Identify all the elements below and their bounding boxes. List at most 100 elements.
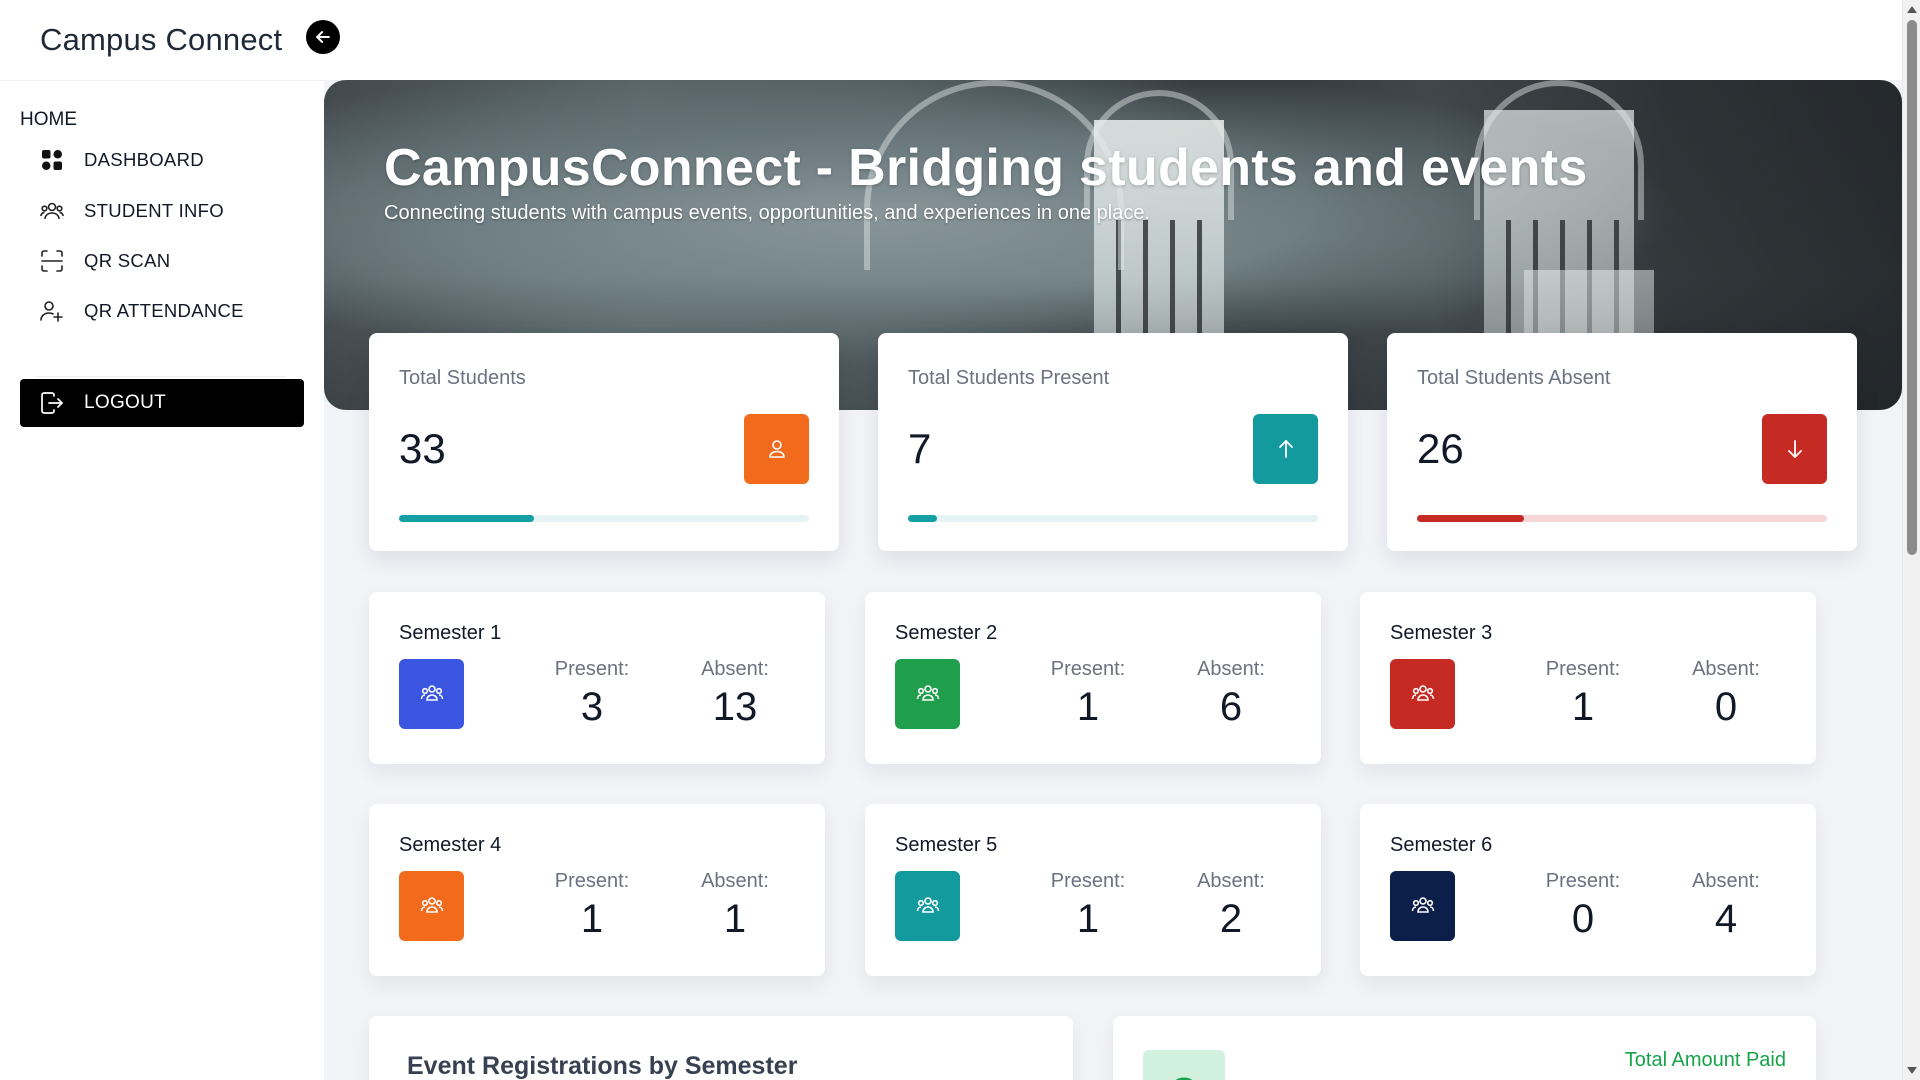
total-amount-card: Total Amount Paid (1113, 1016, 1816, 1080)
event-registrations-card: Event Registrations by Semester (369, 1016, 1073, 1080)
sidebar-item-label: DASHBOARD (84, 149, 204, 170)
hero-title: CampusConnect - Bridging students and ev… (384, 139, 1588, 197)
page-scrollbar[interactable] (1902, 0, 1920, 1080)
present-value: 3 (580, 685, 604, 729)
dashboard-grid-icon (20, 149, 84, 171)
group-icon (399, 871, 464, 941)
app-brand: Campus Connect (40, 22, 283, 57)
semester-card-3: Semester 3 Present: 1 Absent: 0 (1360, 592, 1816, 764)
absent-stat: Absent: 2 (1171, 870, 1291, 942)
stat-progress-track (1417, 515, 1827, 522)
present-label: Present: (554, 658, 630, 680)
absent-label: Absent: (1197, 658, 1265, 680)
present-stat: Present: 1 (1028, 870, 1148, 942)
group-icon (895, 659, 960, 729)
absent-value: 0 (1714, 685, 1738, 729)
present-label: Present: (554, 870, 630, 892)
present-value: 1 (580, 897, 604, 941)
hero-subtitle: Connecting students with campus events, … (384, 202, 1151, 224)
logout-label: LOGOUT (84, 392, 167, 413)
stat-title: Total Students Absent (1417, 367, 1611, 389)
present-value: 0 (1571, 897, 1595, 941)
sidebar-item-label: QR ATTENDANCE (84, 300, 244, 321)
absent-stat: Absent: 1 (675, 870, 795, 942)
stat-title: Total Students (399, 367, 526, 389)
stat-card-total-students: Total Students 33 (369, 333, 839, 551)
collapse-sidebar-button[interactable] (306, 20, 340, 54)
sidebar-item-dashboard[interactable]: DASHBOARD (20, 137, 304, 183)
present-label: Present: (1050, 658, 1126, 680)
absent-value: 6 (1219, 685, 1243, 729)
semester-card-6: Semester 6 Present: 0 Absent: 4 (1360, 804, 1816, 976)
logout-icon (20, 392, 84, 414)
semester-card-2: Semester 2 Present: 1 Absent: 6 (865, 592, 1321, 764)
semester-title: Semester 3 (1390, 622, 1493, 644)
semester-title: Semester 2 (895, 622, 998, 644)
scroll-up-icon[interactable] (1907, 6, 1917, 13)
sidebar-item-label: QR SCAN (84, 250, 171, 271)
stat-value: 33 (399, 425, 446, 472)
stat-progress-fill (1417, 515, 1524, 522)
top-bar: Campus Connect (0, 0, 1902, 81)
semester-card-4: Semester 4 Present: 1 Absent: 1 (369, 804, 825, 976)
event-registrations-title: Event Registrations by Semester (407, 1052, 798, 1080)
present-label: Present: (1545, 870, 1621, 892)
payment-icon (1143, 1050, 1225, 1080)
stat-value: 26 (1417, 425, 1464, 472)
stat-card-total-absent: Total Students Absent 26 (1387, 333, 1857, 551)
absent-value: 13 (712, 685, 758, 729)
stat-badge (1762, 414, 1827, 484)
arrow-down-icon (1787, 440, 1802, 458)
stat-title: Total Students Present (908, 367, 1110, 389)
absent-stat: Absent: 6 (1171, 658, 1291, 730)
absent-label: Absent: (1692, 658, 1760, 680)
absent-value: 1 (723, 897, 747, 941)
present-value: 1 (1076, 685, 1100, 729)
present-stat: Present: 1 (1523, 658, 1643, 730)
present-stat: Present: 1 (532, 870, 652, 942)
present-value: 1 (1076, 897, 1100, 941)
present-value: 1 (1571, 685, 1595, 729)
stat-progress-track (908, 515, 1318, 522)
arrow-left-icon (316, 31, 330, 43)
stat-badge (744, 414, 809, 484)
semester-card-5: Semester 5 Present: 1 Absent: 2 (865, 804, 1321, 976)
qr-scan-icon (20, 250, 84, 272)
present-label: Present: (1545, 658, 1621, 680)
stat-progress-track (399, 515, 809, 522)
sidebar-item-qr-scan[interactable]: QR SCAN (20, 238, 304, 284)
scrollbar-thumb[interactable] (1907, 20, 1917, 555)
stat-progress-fill (399, 515, 535, 522)
stat-progress-fill (908, 515, 937, 522)
semester-title: Semester 5 (895, 834, 998, 856)
present-stat: Present: 1 (1028, 658, 1148, 730)
absent-stat: Absent: 0 (1666, 658, 1786, 730)
absent-stat: Absent: 4 (1666, 870, 1786, 942)
user-plus-icon (20, 300, 84, 322)
sidebar-item-student-info[interactable]: STUDENT INFO (20, 188, 304, 234)
sidebar-divider (36, 376, 286, 377)
absent-stat: Absent: 13 (675, 658, 795, 730)
absent-label: Absent: (1692, 870, 1760, 892)
stat-badge (1253, 414, 1318, 484)
sidebar: HOME DASHBOARD STUDENT INFO QR SCAN QR A… (0, 81, 324, 1080)
stat-value: 7 (908, 425, 932, 472)
absent-label: Absent: (701, 870, 769, 892)
arrow-up-icon (1278, 440, 1293, 458)
group-icon (895, 871, 960, 941)
group-icon (1390, 659, 1455, 729)
present-stat: Present: 3 (532, 658, 652, 730)
total-amount-label: Total Amount Paid (1624, 1049, 1786, 1071)
present-label: Present: (1050, 870, 1126, 892)
scroll-down-icon[interactable] (1907, 1067, 1917, 1074)
sidebar-item-qr-attendance[interactable]: QR ATTENDANCE (20, 288, 304, 334)
stat-card-total-present: Total Students Present 7 (878, 333, 1348, 551)
logout-button[interactable]: LOGOUT (20, 379, 304, 427)
absent-label: Absent: (701, 658, 769, 680)
semester-card-1: Semester 1 Present: 3 Absent: 13 (369, 592, 825, 764)
absent-value: 2 (1219, 897, 1243, 941)
semester-title: Semester 6 (1390, 834, 1493, 856)
present-stat: Present: 0 (1523, 870, 1643, 942)
absent-label: Absent: (1197, 870, 1265, 892)
sidebar-section-home: HOME (20, 109, 77, 130)
